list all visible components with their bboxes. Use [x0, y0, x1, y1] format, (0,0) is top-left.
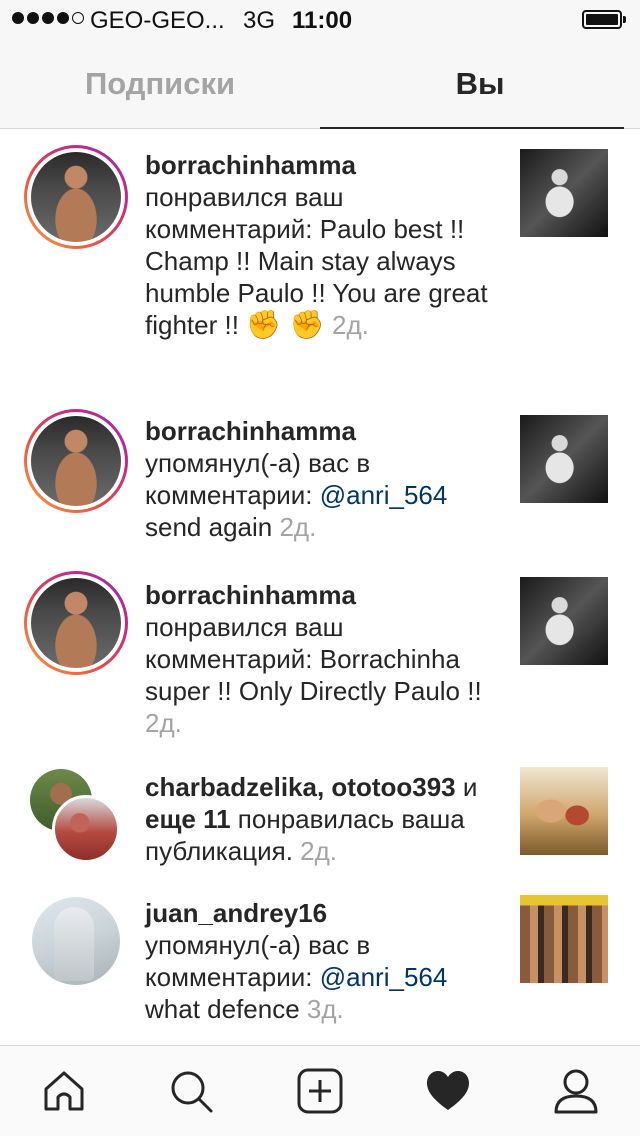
- list-item[interactable]: borrachinhamma понравился ваш комментари…: [0, 563, 640, 759]
- carrier-name: GEO-GEO...: [90, 7, 225, 34]
- list-item[interactable]: borrachinhamma понравился ваш комментари…: [0, 129, 640, 395]
- status-bar: GEO-GEO... 3G 11:00: [0, 0, 640, 40]
- timestamp: 3д.: [306, 994, 344, 1024]
- avatar[interactable]: [24, 409, 128, 513]
- notification-text: juan_andrey16 упомянул(-а) вас в коммент…: [145, 897, 500, 1025]
- home-button[interactable]: [39, 1066, 89, 1116]
- avatar: [52, 795, 120, 863]
- heart-icon: [427, 1071, 469, 1110]
- username-link[interactable]: juan_andrey16: [145, 898, 327, 928]
- clock: 11:00: [292, 7, 353, 34]
- timestamp: 2д.: [300, 836, 338, 866]
- comment-text: what defence: [145, 994, 300, 1024]
- post-thumbnail[interactable]: [520, 767, 608, 855]
- activity-tabs: Подписки Вы: [0, 40, 640, 129]
- notification-message: понравился ваш комментарий: Borrachinha …: [145, 612, 482, 706]
- username-link[interactable]: borrachinhamma: [145, 580, 356, 610]
- post-thumbnail[interactable]: [520, 149, 608, 237]
- profile-button[interactable]: [551, 1066, 601, 1116]
- tab-you-label: Вы: [455, 66, 505, 101]
- search-icon: [171, 1071, 213, 1113]
- mention-link[interactable]: @anri_564: [320, 962, 448, 992]
- others-count[interactable]: еще 11: [145, 804, 231, 834]
- avatar[interactable]: [32, 897, 120, 985]
- network-type: 3G: [243, 7, 276, 34]
- comment-text: send again: [145, 512, 273, 542]
- notification-text: borrachinhamma упомянул(-а) вас в коммен…: [145, 415, 500, 543]
- username-link[interactable]: charbadzelika, ototoo393: [145, 772, 456, 802]
- post-thumbnail[interactable]: [520, 577, 608, 665]
- bottom-nav: [0, 1045, 640, 1136]
- tab-you[interactable]: Вы: [320, 40, 640, 129]
- activity-button[interactable]: [423, 1066, 473, 1116]
- username-link[interactable]: borrachinhamma: [145, 150, 356, 180]
- notification-text: borrachinhamma понравился ваш комментари…: [145, 149, 500, 341]
- timestamp: 2д.: [279, 512, 317, 542]
- list-item[interactable]: charbadzelika, ototoo393 и еще 11 понрав…: [0, 759, 640, 893]
- notification-text: borrachinhamma понравился ваш комментари…: [145, 579, 500, 739]
- signal-strength-icon: [12, 12, 84, 24]
- activity-feed: borrachinhamma понравился ваш комментари…: [0, 129, 640, 1045]
- list-item[interactable]: borrachinhamma упомянул(-а) вас в коммен…: [0, 395, 640, 563]
- plus-square-icon: [297, 1068, 343, 1114]
- avatar[interactable]: [24, 571, 128, 675]
- tab-following[interactable]: Подписки: [0, 40, 320, 128]
- timestamp: 2д.: [332, 310, 369, 340]
- emoji: ✊ ✊: [246, 308, 325, 341]
- home-icon: [44, 1071, 84, 1111]
- search-button[interactable]: [166, 1066, 216, 1116]
- notification-text: charbadzelika, ototoo393 и еще 11 понрав…: [145, 771, 500, 867]
- battery-icon: [582, 10, 626, 29]
- tab-following-label: Подписки: [84, 66, 236, 101]
- post-thumbnail[interactable]: [520, 895, 608, 983]
- avatar[interactable]: [24, 145, 128, 249]
- new-post-button[interactable]: [295, 1066, 345, 1116]
- post-thumbnail[interactable]: [520, 415, 608, 503]
- mention-link[interactable]: @anri_564: [320, 480, 448, 510]
- timestamp: 2д.: [145, 708, 182, 738]
- avatar-stack[interactable]: [30, 769, 122, 863]
- username-link[interactable]: borrachinhamma: [145, 416, 356, 446]
- notification-message: и: [455, 772, 478, 802]
- list-item[interactable]: juan_andrey16 упомянул(-а) вас в коммент…: [0, 893, 640, 1045]
- profile-icon: [554, 1069, 598, 1114]
